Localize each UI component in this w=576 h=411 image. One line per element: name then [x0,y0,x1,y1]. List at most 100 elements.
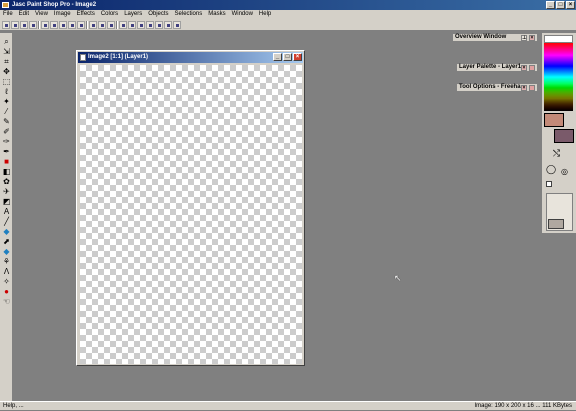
color-palette: ⤭ ◯ ◎ [541,33,576,233]
object-selector-icon[interactable]: ⬈ [2,237,11,246]
open-file-icon[interactable] [11,20,19,29]
standard-toolbar [0,19,576,31]
copy-icon[interactable] [50,20,58,29]
draw-icon[interactable]: ╱ [2,217,11,226]
tool-options-toggle-icon[interactable] [128,20,136,29]
menu-file[interactable]: File [3,10,13,19]
toolbar-separator [86,20,88,29]
lighten-darken-icon[interactable]: ✧ [2,277,11,286]
menu-objects[interactable]: Objects [148,10,168,19]
print-icon[interactable] [29,20,37,29]
image-window-title: Image2 [1:1] (Layer1) [88,54,149,60]
overview-window-bar[interactable]: Overview Window ⊥ × [452,33,538,42]
menu-selections[interactable]: Selections [175,10,203,19]
menu-help[interactable]: Help [259,10,271,19]
menu-view[interactable]: View [35,10,48,19]
toolbar-separator [38,20,40,29]
tool-palette-toggle-icon[interactable] [119,20,127,29]
freehand-icon[interactable]: ℓ [2,87,11,96]
app-title-bar: Jasc Paint Shop Pro - Image2 _ □ × [0,0,576,10]
menu-window[interactable]: Window [232,10,253,19]
image-close-button[interactable]: × [293,53,302,61]
red-eye-icon[interactable]: ● [2,287,11,296]
background-color-swatch[interactable] [554,129,574,143]
minimize-button[interactable]: _ [546,1,555,9]
scan-icon[interactable] [98,20,106,29]
move-icon[interactable]: ✥ [2,67,11,76]
flood-fill-icon[interactable]: ◩ [2,197,11,206]
menu-edit[interactable]: Edit [19,10,29,19]
eraser-icon[interactable]: ◧ [2,167,11,176]
texture-selector-icon[interactable]: ◎ [560,167,569,176]
undo-icon[interactable] [68,20,76,29]
image-maximize-button[interactable]: □ [283,53,292,61]
layer-palette-toggle-icon[interactable] [146,20,154,29]
histogram-icon[interactable] [155,20,163,29]
overview-window-title: Overview Window [455,34,507,40]
image-window-title-bar[interactable]: Image2 [1:1] (Layer1) _ □ × [78,52,303,63]
mouse-cursor-icon: ↖ [394,273,402,283]
screenshot-icon[interactable] [107,20,115,29]
close-palette-icon[interactable]: × [529,35,535,41]
new-file-icon[interactable] [2,20,10,29]
close-palette-icon[interactable]: × [521,85,527,91]
picture-tube-icon[interactable]: ✿ [2,177,11,186]
document-icon [80,54,86,61]
color-grid[interactable] [544,35,573,43]
cut-icon[interactable] [41,20,49,29]
swap-colors-icon[interactable]: ⤭ [552,149,561,158]
menu-masks[interactable]: Masks [208,10,225,19]
color-replacer-icon[interactable]: ✑ [2,137,11,146]
scratch-remover-icon[interactable]: ■ [2,157,11,166]
clone-brush-icon[interactable]: ✐ [2,127,11,136]
close-button[interactable]: × [566,1,575,9]
palette-options-icon[interactable] [529,85,535,91]
text-icon[interactable]: A [2,207,11,216]
transparency-checkbox[interactable] [546,181,552,187]
deform-icon[interactable]: ⇲ [2,47,11,56]
paintbrush-icon[interactable]: ✎ [2,117,11,126]
browse-icon[interactable] [89,20,97,29]
mesh-warp-icon[interactable]: ⚘ [2,257,11,266]
layer-palette-bar[interactable]: Layer Palette - Layer1 × [456,63,538,72]
menu-layers[interactable]: Layers [124,10,142,19]
pin-icon[interactable]: ⊥ [521,35,527,41]
menu-colors[interactable]: Colors [101,10,118,19]
maximize-button[interactable]: □ [556,1,565,9]
redo-icon[interactable] [77,20,85,29]
overview-toggle-icon[interactable] [164,20,172,29]
zoom-icon[interactable]: ⌕ [2,37,11,46]
menu-image[interactable]: Image [54,10,71,19]
status-bar: Help, ... Image: 190 x 200 x 16 ... 111 … [0,401,576,410]
paste-icon[interactable] [59,20,67,29]
magic-wand-icon[interactable]: ✦ [2,97,11,106]
tool-options-bar[interactable]: Tool Options - Freeha × [456,83,538,92]
preset-shapes-icon[interactable]: ◆ [2,227,11,236]
transparent-canvas[interactable] [80,65,302,364]
airbrush-icon[interactable]: ✈ [2,187,11,196]
menu-bar: File Edit View Image Effects Colors Laye… [0,10,576,19]
menu-effects[interactable]: Effects [77,10,95,19]
background-eraser-icon[interactable]: ◆ [2,247,11,256]
selection-icon[interactable]: ⬚ [2,77,11,86]
app-icon [2,2,9,8]
image-window[interactable]: Image2 [1:1] (Layer1) _ □ × [76,50,305,366]
retouch-icon[interactable]: ✒ [2,147,11,156]
pen-icon[interactable]: Λ [2,267,11,276]
crop-icon[interactable]: ⌗ [2,57,11,66]
toolbar-separator [116,20,118,29]
color-palette-toggle-icon[interactable] [137,20,145,29]
save-icon[interactable] [20,20,28,29]
pan-icon[interactable]: ☜ [2,297,11,306]
tool-palette: ⌕ ⇲ ⌗ ✥ ⬚ ℓ ✦ ⁄ ✎ ✐ ✑ ✒ ■ ◧ ✿ ✈ ◩ A ╱ ◆ … [0,33,13,401]
app-title: Jasc Paint Shop Pro - Image2 [12,2,97,8]
color-spectrum[interactable] [544,43,573,111]
help-icon[interactable] [173,20,181,29]
texture-preview[interactable] [548,219,564,229]
image-minimize-button[interactable]: _ [273,53,282,61]
dropper-icon[interactable]: ⁄ [2,107,11,116]
palette-options-icon[interactable] [529,65,535,71]
style-selector-icon[interactable]: ◯ [546,165,556,174]
foreground-color-swatch[interactable] [544,113,564,127]
close-palette-icon[interactable]: × [521,65,527,71]
